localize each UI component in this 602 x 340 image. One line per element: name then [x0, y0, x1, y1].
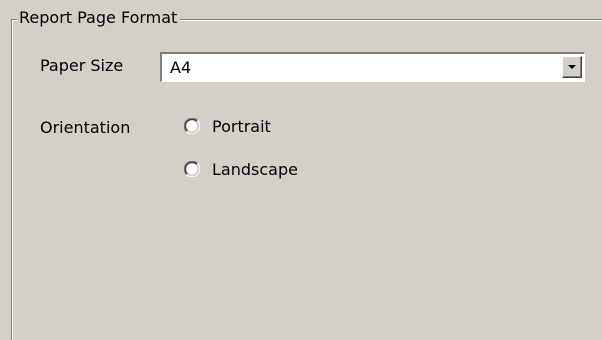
radio-button-icon[interactable]: [184, 118, 200, 134]
chevron-down-icon: [568, 65, 576, 69]
orientation-label: Orientation: [40, 118, 131, 137]
landscape-label: Landscape: [212, 160, 298, 179]
paper-size-value: A4: [170, 58, 192, 77]
dropdown-button[interactable]: [562, 56, 582, 78]
paper-size-label: Paper Size: [40, 56, 124, 75]
radio-button-icon[interactable]: [184, 161, 200, 177]
paper-size-dropdown[interactable]: A4: [160, 52, 585, 82]
portrait-label: Portrait: [212, 117, 271, 136]
groupbox-title: Report Page Format: [17, 7, 181, 29]
